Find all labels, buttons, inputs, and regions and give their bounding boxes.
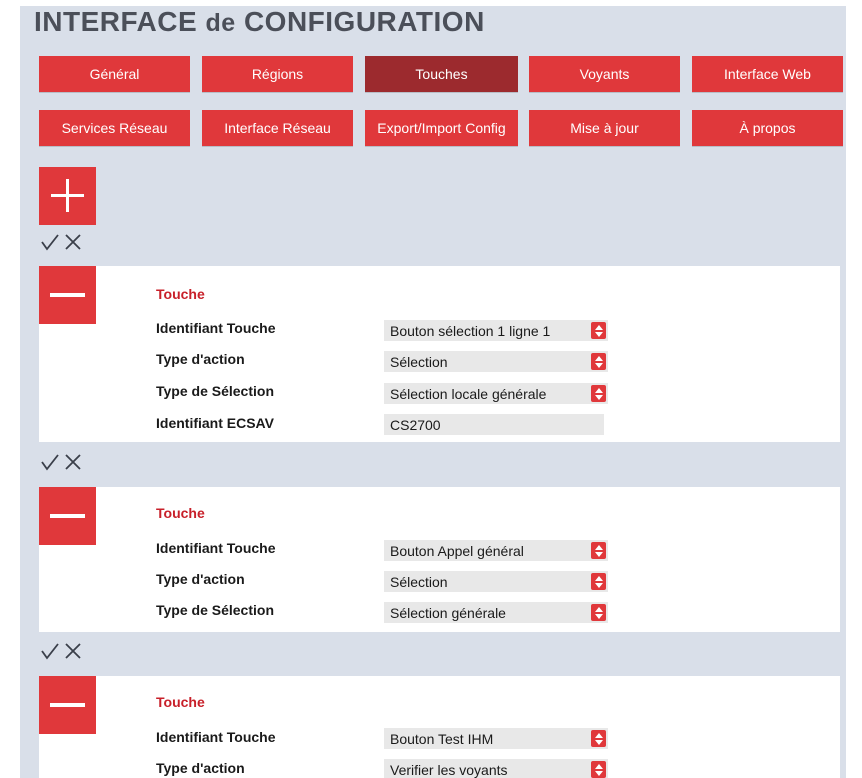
minus-icon xyxy=(50,703,85,707)
x-icon[interactable] xyxy=(62,451,84,473)
tab-a-propos[interactable]: À propos xyxy=(692,110,843,146)
select-value: Bouton sélection 1 ligne 1 xyxy=(390,322,551,339)
tab-regions[interactable]: Régions xyxy=(202,56,353,92)
x-icon[interactable] xyxy=(62,640,84,662)
up-down-arrows-icon xyxy=(591,322,606,339)
touche-card: Touche Identifiant Touche Bouton Test IH… xyxy=(39,676,840,778)
select-type-selection[interactable]: Sélection locale générale xyxy=(384,383,608,404)
up-down-arrows-icon xyxy=(591,573,606,590)
page-title: INTERFACE de CONFIGURATION xyxy=(34,6,485,38)
tab-mise-a-jour[interactable]: Mise à jour xyxy=(529,110,680,146)
label-type-action: Type d'action xyxy=(156,760,245,776)
label-identifiant-touche: Identifiant Touche xyxy=(156,729,276,745)
select-type-action[interactable]: Sélection xyxy=(384,571,608,592)
up-down-arrows-icon xyxy=(591,730,606,747)
select-value: Sélection xyxy=(390,573,448,590)
remove-touche-button[interactable] xyxy=(39,676,96,734)
page: INTERFACE de CONFIGURATION Général Régio… xyxy=(0,0,862,778)
up-down-arrows-icon xyxy=(591,761,606,778)
title-main: INTERFACE xyxy=(34,6,198,37)
label-type-action: Type d'action xyxy=(156,351,245,367)
add-touche-button[interactable] xyxy=(39,167,96,225)
card-title: Touche xyxy=(156,694,205,710)
touche-card: Touche Identifiant Touche Bouton sélecti… xyxy=(39,266,840,442)
tab-general[interactable]: Général xyxy=(39,56,190,92)
label-identifiant-touche: Identifiant Touche xyxy=(156,540,276,556)
remove-touche-button[interactable] xyxy=(39,266,96,324)
select-type-selection[interactable]: Sélection générale xyxy=(384,602,608,623)
check-icon[interactable] xyxy=(39,640,61,662)
title-end: CONFIGURATION xyxy=(243,6,485,37)
tab-interface-reseau[interactable]: Interface Réseau xyxy=(202,110,353,146)
remove-touche-button[interactable] xyxy=(39,487,96,545)
label-identifiant-ecsav: Identifiant ECSAV xyxy=(156,415,274,431)
select-type-action[interactable]: Verifier les voyants xyxy=(384,759,608,778)
check-icon[interactable] xyxy=(39,451,61,473)
touche-card: Touche Identifiant Touche Bouton Appel g… xyxy=(39,487,840,632)
title-de: de xyxy=(205,9,236,37)
input-identifiant-ecsav[interactable] xyxy=(384,414,604,435)
up-down-arrows-icon xyxy=(591,353,606,370)
select-value: Sélection locale générale xyxy=(390,385,547,402)
card-title: Touche xyxy=(156,286,205,302)
select-value: Sélection générale xyxy=(390,604,506,621)
up-down-arrows-icon xyxy=(591,385,606,402)
check-icon[interactable] xyxy=(39,231,61,253)
select-type-action[interactable]: Sélection xyxy=(384,351,608,372)
label-type-action: Type d'action xyxy=(156,571,245,587)
minus-icon xyxy=(50,514,85,518)
select-value: Sélection xyxy=(390,353,448,370)
label-type-selection: Type de Sélection xyxy=(156,383,274,399)
minus-icon xyxy=(50,293,85,297)
tab-interface-web[interactable]: Interface Web xyxy=(692,56,843,92)
up-down-arrows-icon xyxy=(591,542,606,559)
tab-voyants[interactable]: Voyants xyxy=(529,56,680,92)
tab-services-reseau[interactable]: Services Réseau xyxy=(39,110,190,146)
card-title: Touche xyxy=(156,505,205,521)
select-identifiant-touche[interactable]: Bouton Appel général xyxy=(384,540,608,561)
select-identifiant-touche[interactable]: Bouton Test IHM xyxy=(384,728,608,749)
x-icon[interactable] xyxy=(62,231,84,253)
up-down-arrows-icon xyxy=(591,604,606,621)
select-value: Bouton Appel général xyxy=(390,542,524,559)
label-type-selection: Type de Sélection xyxy=(156,602,274,618)
tab-touches[interactable]: Touches xyxy=(365,56,518,92)
tab-export-import-config[interactable]: Export/Import Config xyxy=(365,110,518,146)
select-value: Verifier les voyants xyxy=(390,761,508,778)
label-identifiant-touche: Identifiant Touche xyxy=(156,320,276,336)
select-value: Bouton Test IHM xyxy=(390,730,494,747)
select-identifiant-touche[interactable]: Bouton sélection 1 ligne 1 xyxy=(384,320,608,341)
